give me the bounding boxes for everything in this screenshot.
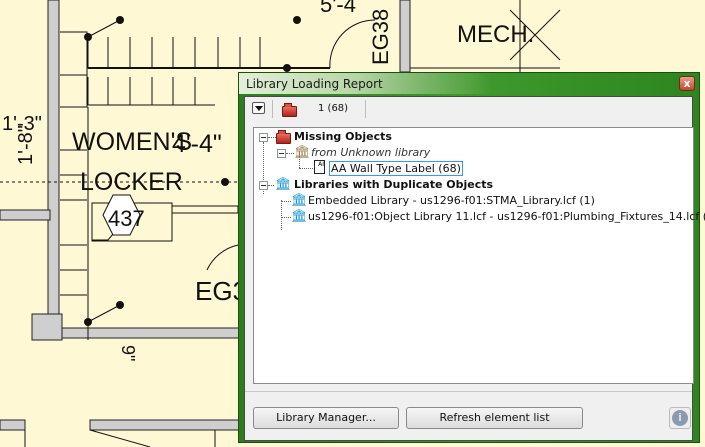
toolbar: 1 (68) [245, 97, 692, 121]
drawing-label: EG38 [368, 9, 393, 65]
library-icon: 🏛 [294, 145, 311, 160]
object-file-icon: AI [314, 160, 325, 174]
drawing-label: 5'-4 [320, 0, 356, 17]
dialog-title: Library Loading Report [246, 77, 383, 91]
drawing-label: 437 [108, 206, 145, 231]
missing-folder-icon [276, 130, 291, 144]
dialog-title-bar[interactable]: Library Loading Report [239, 73, 699, 94]
missing-folder-icon[interactable] [282, 103, 297, 117]
library-icon: 🏛 [291, 193, 308, 208]
info-icon: i [672, 410, 688, 426]
refresh-element-list-button[interactable]: Refresh element list [406, 407, 583, 429]
library-loading-report-dialog: Library Loading Report x 1 (68) Missing … [238, 72, 705, 443]
tree-item-missing-objects[interactable]: Missing Objects [294, 130, 392, 143]
dialog-body: 1 (68) Missing Objects 🏛 from Unknown li… [244, 96, 705, 441]
toolbar-separator [365, 100, 366, 118]
drawing-label: MECH. [457, 21, 534, 48]
close-button[interactable]: x [679, 76, 695, 91]
drawing-label: 4'-4" [172, 130, 222, 158]
info-button[interactable]: i [669, 407, 691, 429]
missing-count: 1 (68) [318, 103, 349, 114]
library-icon: 🏛 [275, 177, 292, 192]
tree-item-duplicate-library[interactable]: Embedded Library - us1296-f01:STMA_Libra… [308, 194, 595, 207]
dropdown-arrow-icon[interactable] [252, 102, 265, 114]
library-icon: 🏛 [291, 209, 308, 224]
tree-item-unknown-library[interactable]: from Unknown library [311, 146, 430, 159]
drawing-label: LOCKER [80, 168, 183, 196]
report-tree[interactable]: Missing Objects 🏛 from Unknown library A… [253, 127, 705, 384]
tree-item-aa-wall-type-label[interactable]: AA Wall Type Label (68) [329, 161, 463, 176]
collapse-missing-toggle[interactable] [259, 133, 268, 142]
library-manager-button[interactable]: Library Manager... [253, 407, 399, 429]
toolbar-separator [272, 100, 273, 118]
collapse-duplicates-toggle[interactable] [259, 181, 268, 190]
drawing-label: 1'-3" [2, 113, 42, 135]
tree-item-duplicate-library[interactable]: us1296-f01:Object Library 11.lcf - us129… [308, 210, 705, 223]
collapse-unknown-library-toggle[interactable] [277, 149, 286, 158]
tree-item-duplicate-libraries[interactable]: Libraries with Duplicate Objects [294, 178, 493, 191]
drawing-label: 9" [118, 345, 138, 361]
divider [245, 391, 692, 392]
